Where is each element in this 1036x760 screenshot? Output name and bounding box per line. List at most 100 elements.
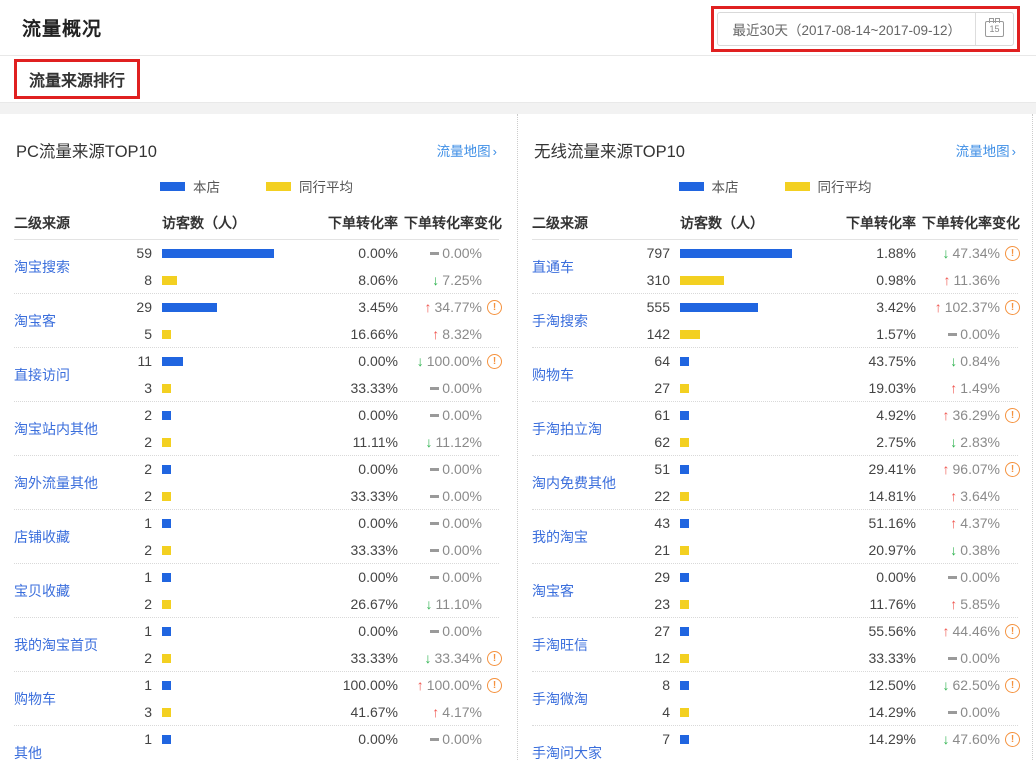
visitor-bar-shop: [680, 411, 689, 420]
conversion-rate: 26.67%: [308, 596, 398, 612]
visitor-bar-shop: [680, 735, 689, 744]
source-link[interactable]: 我的淘宝首页: [14, 635, 106, 655]
conversion-change-value: 0.00%: [442, 245, 482, 261]
shop-subrow: 1 100.00% ↑100.00% !: [106, 672, 502, 699]
source-link[interactable]: 直通车: [532, 257, 624, 277]
shop-subrow: 29 0.00% 0.00% !: [624, 564, 1020, 591]
source-link[interactable]: 购物车: [532, 365, 624, 385]
source-link[interactable]: 直接访问: [14, 365, 106, 385]
shop-subrow: 555 3.42% ↑102.37% !: [624, 294, 1020, 321]
legend: 本店 同行平均: [14, 176, 499, 196]
source-link[interactable]: 手淘问大家: [532, 743, 624, 760]
warning-icon[interactable]: !: [1005, 732, 1020, 747]
conversion-rate: 14.81%: [826, 488, 916, 504]
source-link[interactable]: 其他: [14, 743, 106, 760]
table-row: 直通车 797 1.88% ↓47.34% ! 310 0.98% ↑11.36…: [532, 240, 1018, 294]
column-conversion-change: 下单转化率变化: [916, 213, 1020, 233]
shop-subrow: 59 0.00% 0.00% !: [106, 240, 502, 267]
section-tab-band: 流量来源排行: [0, 56, 1036, 102]
peer-subrow: 2 26.67% ↓11.10% !: [106, 591, 502, 618]
column-source: 二级来源: [14, 213, 106, 233]
visitor-bar-shop: [680, 573, 689, 582]
conversion-rate: 33.33%: [308, 488, 398, 504]
trend-icon: [430, 630, 439, 633]
source-link[interactable]: 淘宝客: [532, 581, 624, 601]
source-link[interactable]: 淘宝搜索: [14, 257, 106, 277]
warning-icon[interactable]: !: [1005, 462, 1020, 477]
column-conversion-change: 下单转化率变化: [398, 213, 502, 233]
source-link[interactable]: 手淘旺信: [532, 635, 624, 655]
table-row: 淘内免费其他 51 29.41% ↑96.07% ! 22 14.81% ↑3.…: [532, 456, 1018, 510]
visitor-count: 2: [106, 461, 162, 477]
conversion-rate: 55.56%: [826, 623, 916, 639]
source-link[interactable]: 店铺收藏: [14, 527, 106, 547]
warning-icon[interactable]: !: [487, 300, 502, 315]
source-link[interactable]: 手淘微淘: [532, 689, 624, 709]
tab-traffic-source-ranking[interactable]: 流量来源排行: [29, 73, 125, 90]
source-link[interactable]: 淘内免费其他: [532, 473, 624, 493]
panels-container: PC流量来源TOP10 流量地图› 本店 同行平均 二级来源 访客数（人） 下单…: [0, 114, 1036, 760]
peer-subrow: 5 16.66% ↑8.32% !: [106, 321, 502, 348]
conversion-change-value: 0.38%: [960, 542, 1000, 558]
conversion-change-value: 100.00%: [427, 353, 482, 369]
warning-icon[interactable]: !: [1005, 300, 1020, 315]
warning-icon[interactable]: !: [487, 678, 502, 693]
shop-legend-swatch: [160, 182, 185, 191]
table-row: 淘宝站内其他 2 0.00% 0.00% ! 2 11.11% ↓11.12% …: [14, 402, 499, 456]
visitor-count: 1: [106, 569, 162, 585]
peer-subrow: 3 41.67% ↑4.17% !: [106, 699, 502, 726]
visitor-count: 61: [624, 407, 680, 423]
visitor-bar-peer: [680, 600, 689, 609]
shop-subrow: 29 3.45% ↑34.77% !: [106, 294, 502, 321]
shop-legend-label: 本店: [712, 176, 739, 196]
conversion-change-value: 47.60%: [953, 731, 1000, 747]
conversion-change-value: 33.34%: [435, 650, 482, 666]
section-divider: [0, 102, 1036, 114]
conversion-rate: 14.29%: [826, 704, 916, 720]
warning-icon[interactable]: !: [1005, 678, 1020, 693]
conversion-change-value: 11.12%: [436, 434, 482, 450]
source-link[interactable]: 购物车: [14, 689, 106, 709]
visitor-bar-shop: [162, 735, 171, 744]
panel-title: PC流量来源TOP10: [16, 138, 157, 162]
visitor-bar-shop: [680, 303, 758, 312]
visitor-bar-shop: [162, 573, 171, 582]
source-link[interactable]: 我的淘宝: [532, 527, 624, 547]
warning-icon[interactable]: !: [1005, 624, 1020, 639]
visitor-count: 2: [106, 434, 162, 450]
warning-icon[interactable]: !: [487, 651, 502, 666]
table-row: 宝贝收藏 1 0.00% 0.00% ! 2 26.67% ↓11.10% !: [14, 564, 499, 618]
visitor-bar-peer: [680, 438, 689, 447]
source-link[interactable]: 淘宝站内其他: [14, 419, 106, 439]
peer-subrow: 21 20.97% ↓0.38% !: [624, 537, 1020, 564]
traffic-map-link[interactable]: 流量地图›: [956, 140, 1016, 160]
conversion-rate: 20.97%: [826, 542, 916, 558]
visitor-count: 1: [106, 515, 162, 531]
visitor-count: 555: [624, 299, 680, 315]
source-link[interactable]: 淘宝客: [14, 311, 106, 331]
visitor-bar-shop: [162, 249, 274, 258]
calendar-button[interactable]: 15: [975, 13, 1013, 45]
traffic-map-link[interactable]: 流量地图›: [437, 140, 497, 160]
shop-subrow: 11 0.00% ↓100.00% !: [106, 348, 502, 375]
visitor-count: 1: [106, 623, 162, 639]
peer-subrow: 2 11.11% ↓11.12% !: [106, 429, 502, 456]
source-link[interactable]: 手淘搜索: [532, 311, 624, 331]
table-row: 淘宝客 29 0.00% 0.00% ! 23 11.76% ↑5.85% !: [532, 564, 1018, 618]
panel-title: 无线流量来源TOP10: [534, 138, 685, 162]
source-link[interactable]: 淘外流量其他: [14, 473, 106, 493]
shop-subrow: 51 29.41% ↑96.07% !: [624, 456, 1020, 483]
visitor-bar-shop: [162, 357, 183, 366]
trend-icon: [948, 576, 957, 579]
source-link[interactable]: 手淘拍立淘: [532, 419, 624, 439]
warning-icon[interactable]: !: [1005, 246, 1020, 261]
trend-icon: [430, 738, 439, 741]
visitor-count: 310: [624, 272, 680, 288]
date-range-picker[interactable]: 最近30天（2017-08-14~2017-09-12） 15: [717, 12, 1014, 46]
conversion-rate: 43.75%: [826, 353, 916, 369]
source-link[interactable]: 宝贝收藏: [14, 581, 106, 601]
warning-icon[interactable]: !: [1005, 408, 1020, 423]
shop-subrow: 43 51.16% ↑4.37% !: [624, 510, 1020, 537]
warning-icon[interactable]: !: [487, 354, 502, 369]
visitor-count: 59: [106, 245, 162, 261]
